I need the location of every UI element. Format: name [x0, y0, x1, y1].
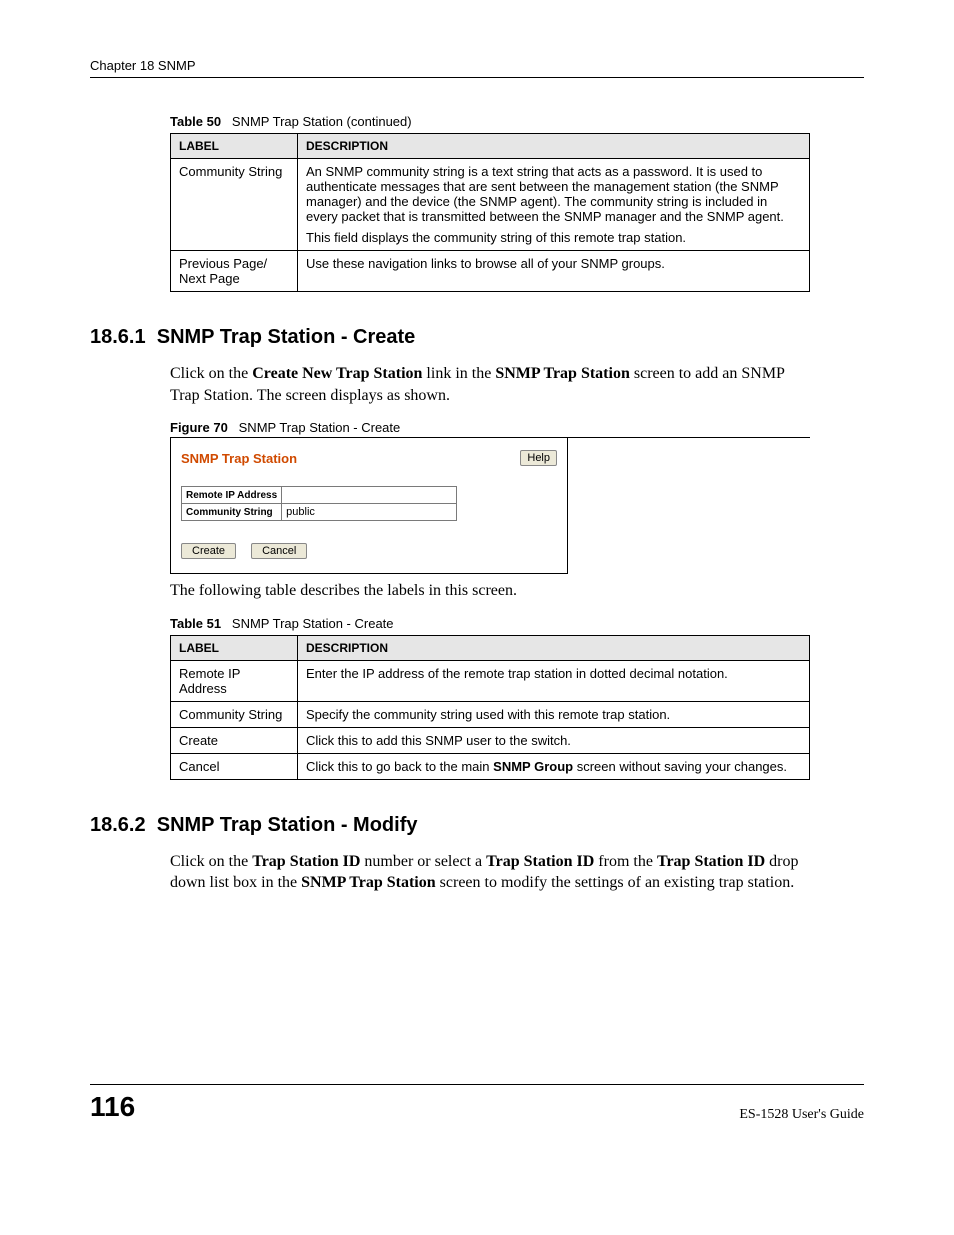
form-table: Remote IP Address Community String	[181, 486, 457, 521]
table-row: Community String Specify the community s…	[171, 701, 810, 727]
table50-caption: Table 50 SNMP Trap Station (continued)	[170, 114, 864, 129]
page-number: 116	[90, 1091, 135, 1123]
th-description: DESCRIPTION	[298, 134, 810, 159]
cell-label: Previous Page/ Next Page	[171, 251, 298, 292]
panel-title: SNMP Trap Station	[181, 451, 297, 466]
table-header-row: LABEL DESCRIPTION	[171, 635, 810, 660]
guide-name: ES-1528 User's Guide	[739, 1107, 864, 1123]
page-header: Chapter 18 SNMP	[90, 58, 864, 78]
cell-desc: An SNMP community string is a text strin…	[298, 159, 810, 251]
section-heading-modify: 18.6.2 SNMP Trap Station - Modify	[90, 814, 864, 837]
th-description: DESCRIPTION	[298, 635, 810, 660]
cell-desc: Click this to add this SNMP user to the …	[298, 727, 810, 753]
cell-desc: Click this to go back to the main SNMP G…	[298, 753, 810, 779]
figure70-caption: Figure 70 SNMP Trap Station - Create	[170, 420, 810, 438]
section-heading-create: 18.6.1 SNMP Trap Station - Create	[90, 326, 864, 349]
section2-paragraph: Click on the Trap Station ID number or s…	[170, 851, 810, 894]
table-row: Remote IP Address Enter the IP address o…	[171, 660, 810, 701]
screenshot-snmp-trap-station-create: SNMP Trap Station Help Remote IP Address…	[170, 438, 568, 574]
remote-ip-input[interactable]	[284, 488, 454, 502]
cell-desc: Enter the IP address of the remote trap …	[298, 660, 810, 701]
cell-label: Remote IP Address	[171, 660, 298, 701]
cell-desc: Specify the community string used with t…	[298, 701, 810, 727]
cell-label: Create	[171, 727, 298, 753]
section1-paragraph: Click on the Create New Trap Station lin…	[170, 363, 810, 406]
table51-intro: The following table describes the labels…	[170, 580, 810, 602]
table-header-row: LABEL DESCRIPTION	[171, 134, 810, 159]
cell-label: Cancel	[171, 753, 298, 779]
table-row: Create Click this to add this SNMP user …	[171, 727, 810, 753]
table51: LABEL DESCRIPTION Remote IP Address Ente…	[170, 635, 810, 780]
th-label: LABEL	[171, 635, 298, 660]
label-remote-ip: Remote IP Address	[182, 487, 282, 504]
cell-label: Community String	[171, 159, 298, 251]
cancel-button[interactable]: Cancel	[251, 543, 307, 559]
cell-label: Community String	[171, 701, 298, 727]
page-footer: 116 ES-1528 User's Guide	[90, 1084, 864, 1123]
table-row: Community String An SNMP community strin…	[171, 159, 810, 251]
table-row: Previous Page/ Next Page Use these navig…	[171, 251, 810, 292]
create-button[interactable]: Create	[181, 543, 236, 559]
table50: LABEL DESCRIPTION Community String An SN…	[170, 133, 810, 292]
label-community-string: Community String	[182, 504, 282, 521]
table51-caption: Table 51 SNMP Trap Station - Create	[170, 616, 864, 631]
th-label: LABEL	[171, 134, 298, 159]
community-string-input[interactable]	[284, 505, 454, 519]
chapter-label: Chapter 18 SNMP	[90, 58, 196, 73]
table-row: Cancel Click this to go back to the main…	[171, 753, 810, 779]
help-button[interactable]: Help	[520, 450, 557, 466]
cell-desc: Use these navigation links to browse all…	[298, 251, 810, 292]
